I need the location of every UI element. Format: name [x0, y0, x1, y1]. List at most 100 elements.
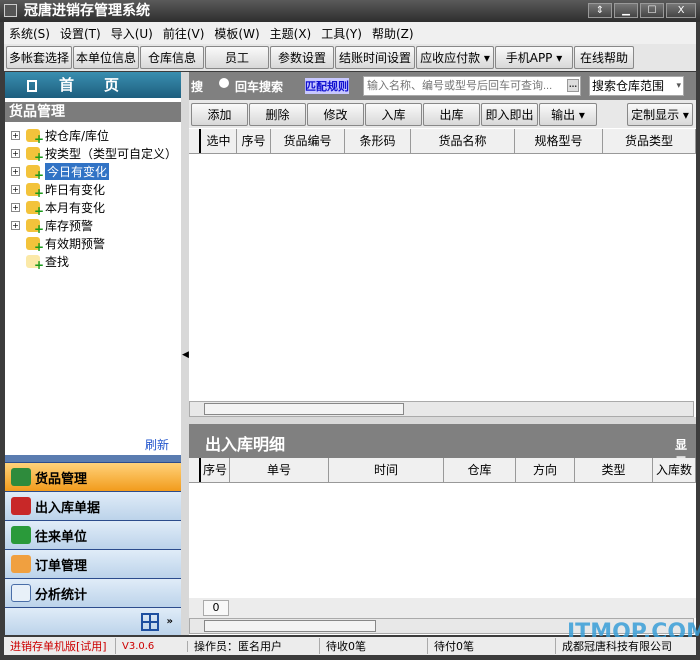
- minimize-button[interactable]: ▁: [614, 3, 638, 18]
- tree-item-this-month[interactable]: + 本月有变化: [11, 198, 106, 218]
- order-icon: [11, 555, 31, 573]
- nav-stock-docs[interactable]: 出入库单据: [5, 491, 181, 520]
- parameters-button[interactable]: 参数设置: [270, 46, 334, 69]
- col-in-qty[interactable]: 入库数: [653, 458, 696, 482]
- nav-orders[interactable]: 订单管理: [5, 549, 181, 578]
- col-doc-no[interactable]: 单号: [230, 458, 329, 482]
- search-input[interactable]: [363, 76, 581, 96]
- vertical-splitter[interactable]: ◀: [181, 72, 189, 635]
- col-name[interactable]: 货品名称: [411, 129, 515, 153]
- home-button[interactable]: 首 页: [5, 72, 181, 98]
- col-code[interactable]: 货品编号: [271, 129, 345, 153]
- expand-icon[interactable]: +: [11, 148, 20, 158]
- restore-icon[interactable]: ⇕: [588, 3, 612, 18]
- expand-icon[interactable]: +: [11, 184, 20, 194]
- in-out-button[interactable]: 即入即出: [481, 103, 538, 126]
- menu-help[interactable]: 帮助(Z): [367, 25, 419, 42]
- col-time[interactable]: 时间: [329, 458, 444, 482]
- col-barcode[interactable]: 条形码: [345, 129, 411, 153]
- menu-goto[interactable]: 前往(V): [158, 25, 210, 42]
- expand-icon[interactable]: +: [11, 202, 20, 212]
- tree-item-today[interactable]: + 今日有变化: [11, 162, 110, 182]
- detail-title: 出入库明细: [205, 435, 286, 454]
- more-icon[interactable]: »: [167, 616, 173, 627]
- refresh-link[interactable]: 刷新: [145, 436, 169, 453]
- staff-button[interactable]: 员工: [205, 46, 269, 69]
- edit-button[interactable]: 修改: [307, 103, 364, 126]
- grid-icon[interactable]: [140, 612, 159, 631]
- tree-item-by-warehouse[interactable]: + 按仓库/库位: [11, 126, 110, 146]
- nav-analysis[interactable]: 分析统计: [5, 578, 181, 607]
- truck-icon: [11, 497, 31, 515]
- radio-icon[interactable]: [219, 78, 229, 88]
- label: 搜索仓库范围: [592, 79, 665, 93]
- expand-icon[interactable]: +: [11, 130, 20, 140]
- label: 查找: [45, 254, 70, 269]
- chart-icon: [11, 584, 31, 602]
- col-warehouse[interactable]: 仓库: [444, 458, 516, 482]
- add-button[interactable]: 添加: [191, 103, 248, 126]
- warehouse-info-button[interactable]: 仓库信息: [140, 46, 204, 69]
- panel-splitter[interactable]: [5, 455, 181, 462]
- collapse-icon[interactable]: ◀: [182, 350, 189, 360]
- company-info-button[interactable]: 本单位信息: [73, 46, 139, 69]
- receivable-payable-button[interactable]: 应收应付款 ▾: [416, 46, 494, 69]
- tree-item-find[interactable]: 查找: [11, 252, 70, 272]
- menu-template[interactable]: 模板(W): [209, 25, 264, 42]
- action-toolbar: 添加 删除 修改 入库 出库 即入即出 输出 ▾ 定制显示 ▾: [189, 100, 696, 128]
- nav-goods[interactable]: 货品管理: [5, 462, 181, 491]
- enter-search-radio[interactable]: 回车搜索: [235, 78, 283, 95]
- menu-theme[interactable]: 主题(X): [265, 25, 317, 42]
- checked-folder-icon: [26, 164, 44, 182]
- payable-label: 待付0笔: [428, 638, 556, 654]
- col-spec[interactable]: 规格型号: [515, 129, 603, 153]
- stock-in-button[interactable]: 入库: [365, 103, 422, 126]
- col-select[interactable]: 选中: [201, 129, 237, 153]
- export-button[interactable]: 输出 ▾: [539, 103, 597, 126]
- col-direction[interactable]: 方向: [516, 458, 575, 482]
- operator-label: 操作员：匿名用户: [188, 638, 320, 654]
- menu-tools[interactable]: 工具(Y): [316, 25, 367, 42]
- tree-item-by-type[interactable]: + 按类型（类型可自定义）: [11, 144, 177, 164]
- ellipsis-button[interactable]: …: [567, 79, 579, 92]
- menu-system[interactable]: 系统(S): [4, 25, 55, 42]
- close-button[interactable]: X: [666, 3, 696, 18]
- label: 应收应付款: [420, 51, 481, 65]
- label: 按仓库/库位: [45, 128, 110, 143]
- horizontal-scrollbar[interactable]: [189, 401, 694, 417]
- tree-item-stock-alert[interactable]: + 库存预警: [11, 216, 93, 236]
- col-type[interactable]: 类型: [575, 458, 653, 482]
- stock-out-button[interactable]: 出库: [423, 103, 480, 126]
- col-index[interactable]: 序号: [201, 458, 230, 482]
- col-index[interactable]: 序号: [237, 129, 271, 153]
- label: 本月有变化: [45, 200, 106, 215]
- scope-select[interactable]: 搜索仓库范围 ▾: [589, 76, 684, 96]
- col-type[interactable]: 货品类型: [603, 129, 696, 153]
- match-rules-link[interactable]: 匹配规则: [305, 78, 349, 94]
- nav-partners[interactable]: 往来单位: [5, 520, 181, 549]
- system-menu-icon[interactable]: [4, 4, 17, 17]
- menu-settings[interactable]: 设置(T): [55, 25, 106, 42]
- expand-icon[interactable]: +: [11, 166, 20, 176]
- expand-icon[interactable]: +: [11, 220, 20, 230]
- grid-splitter[interactable]: [189, 417, 696, 424]
- folder-icon: [26, 200, 44, 218]
- tree-item-expiry-alert[interactable]: 有效期预警: [11, 234, 105, 254]
- book-icon: [11, 468, 31, 486]
- detail-header: 出入库明细 显示: [189, 424, 696, 469]
- scroll-thumb[interactable]: [204, 620, 376, 632]
- label: 定制显示: [631, 108, 680, 122]
- online-help-button[interactable]: 在线帮助: [574, 46, 634, 69]
- multi-account-button[interactable]: 多帐套选择: [6, 46, 72, 69]
- menu-import[interactable]: 导入(U): [106, 25, 158, 42]
- closing-time-button[interactable]: 结账时间设置: [335, 46, 415, 69]
- maximize-button[interactable]: ☐: [640, 3, 664, 18]
- tree-item-yesterday[interactable]: + 昨日有变化: [11, 180, 105, 200]
- scroll-thumb[interactable]: [204, 403, 404, 415]
- nav-footer: »: [5, 607, 181, 635]
- label: 出入库单据: [35, 500, 101, 516]
- folder-icon: [26, 128, 44, 146]
- delete-button[interactable]: 删除: [249, 103, 306, 126]
- mobile-app-button[interactable]: 手机APP ▾: [495, 46, 573, 69]
- custom-display-button[interactable]: 定制显示 ▾: [627, 103, 693, 126]
